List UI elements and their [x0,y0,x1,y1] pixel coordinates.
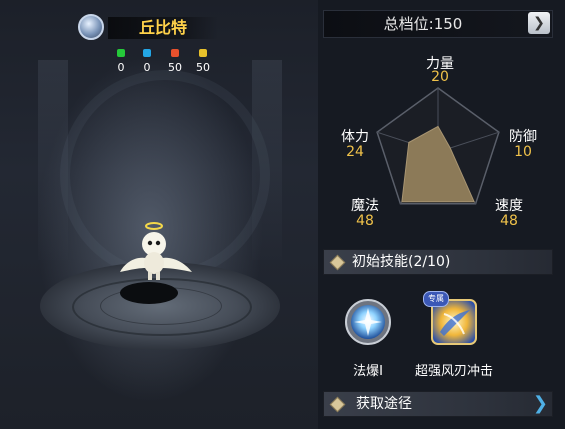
attr-stamina-label: 体力 [341,129,369,145]
stat-value: 0 [143,61,151,74]
rating-detail-button[interactable]: ❯ [528,12,550,34]
skill-name: 超强风刃冲击 [414,364,493,379]
pet-stage: 丘比特 0 0 50 50 [0,0,318,429]
attr-stamina-value: 24 [346,144,364,160]
attr-speed-label: 速度 [495,198,523,214]
attribute-radar: 力量 20 防御 10 速度 48 魔法 48 体力 24 [320,40,560,248]
total-rating-bar: 总档位:150 ❯ [323,10,553,38]
pet-name-row: 丘比特 [78,14,218,42]
attr-strength-value: 20 [431,69,449,85]
diamond-icon [329,254,346,271]
attr-magic-label: 魔法 [351,198,379,214]
red-square-icon [171,49,179,57]
attr-defense-label: 防御 [509,129,537,145]
chevron-right-icon: ❯ [532,393,548,414]
pet-name: 丘比特 [108,17,218,39]
yellow-square-icon [199,49,207,57]
diamond-icon [329,396,346,413]
exclusive-badge: 专属 [423,291,449,307]
initial-skills-header: 初始技能(2/10) [323,249,553,275]
burst-orb-icon [345,299,391,345]
stat-red: 50 [160,49,190,74]
obtain-method-label: 获取途径 [356,396,412,412]
pet-model[interactable] [116,218,196,288]
pet-emblem-icon [78,14,104,40]
attr-speed-value: 48 [500,213,518,229]
total-rating: 总档位:150 [383,15,463,33]
stat-blue: 0 [132,49,162,74]
obtain-method-bar[interactable]: 获取途径 ❯ [323,391,553,417]
green-square-icon [117,49,125,57]
initial-skills-title: 初始技能(2/10) [352,254,451,270]
stat-value: 50 [168,61,182,74]
attr-magic-value: 48 [356,213,374,229]
stat-value: 50 [196,61,210,74]
stat-yellow: 50 [188,49,218,74]
chevron-right-icon: ❯ [533,15,545,31]
blue-square-icon [143,49,151,57]
attr-defense-value: 10 [514,144,532,160]
pet-element-stats: 0 0 50 50 [106,49,226,79]
